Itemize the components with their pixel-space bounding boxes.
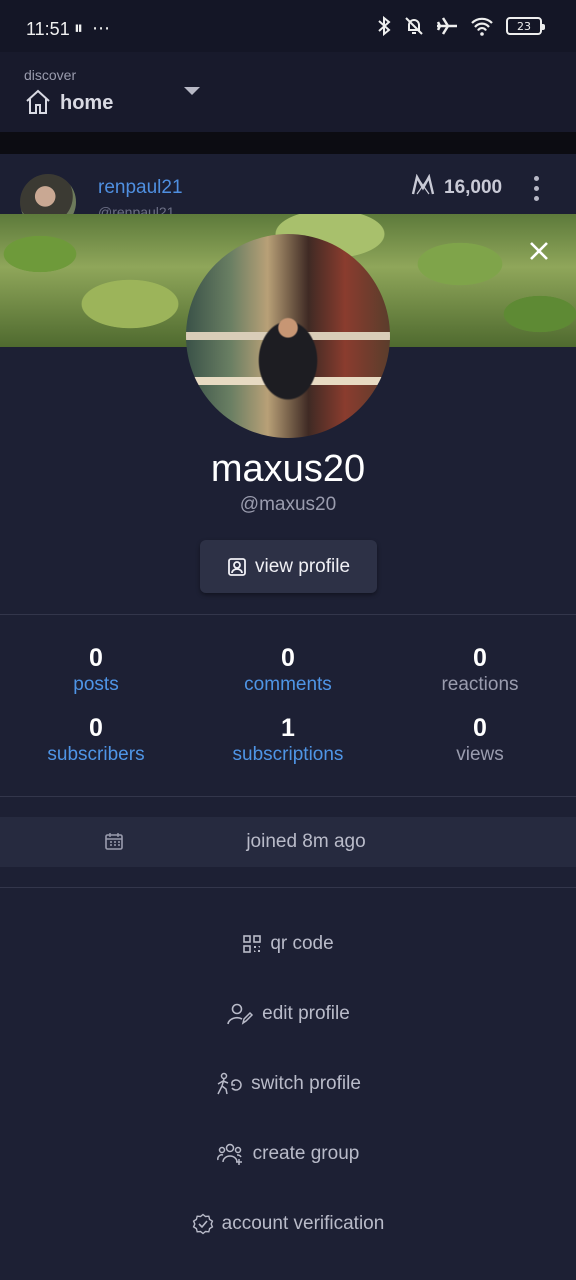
post-author-avatar[interactable] [20, 174, 76, 214]
stat-posts[interactable]: 0 posts [0, 644, 192, 696]
app-header: discover home [0, 52, 576, 132]
stat-value: 0 [89, 644, 103, 672]
joined-text: joined 8m ago [246, 831, 366, 852]
qr-code-icon [243, 935, 262, 953]
divider-strip [0, 132, 576, 154]
bell-muted-icon [405, 17, 423, 35]
stat-label: subscriptions [232, 744, 344, 765]
stat-label: subscribers [47, 744, 145, 765]
verified-badge-icon [192, 1213, 213, 1235]
post-header: renpaul21 @renpaul21 16,000 [0, 154, 576, 214]
account-verification-button[interactable]: account verification [0, 1204, 576, 1244]
divider [0, 887, 576, 888]
stat-value: 0 [473, 644, 487, 672]
qr-code-label: qr code [270, 933, 334, 954]
switch-user-icon [217, 1072, 242, 1095]
stat-value: 0 [89, 714, 103, 742]
group-add-icon [216, 1143, 242, 1165]
profile-avatar [186, 234, 390, 438]
airplane-icon [436, 17, 457, 35]
section-label: discover [24, 67, 77, 83]
view-profile-button[interactable]: view profile [200, 540, 377, 593]
feed-selector-label[interactable]: home [60, 92, 113, 115]
switch-profile-button[interactable]: switch profile [0, 1064, 576, 1104]
post-author-handle: @renpaul21 [98, 204, 175, 214]
profile-sheet: maxus20 @maxus20 view profile 0 posts 0 … [0, 214, 576, 1280]
qr-code-button[interactable]: qr code [0, 924, 576, 964]
stat-label: reactions [441, 674, 519, 695]
post-author-username[interactable]: renpaul21 [98, 177, 183, 199]
close-icon[interactable] [528, 240, 550, 262]
stat-subscriptions[interactable]: 1 subscriptions [192, 714, 384, 766]
divider [0, 796, 576, 797]
status-notification-icons: ⏸ ⋯ [74, 18, 113, 38]
edit-profile-button[interactable]: edit profile [0, 994, 576, 1034]
stat-value: 0 [473, 714, 487, 742]
create-group-button[interactable]: create group [0, 1134, 576, 1174]
account-verification-label: account verification [221, 1213, 385, 1234]
status-time: 11:51 [26, 19, 70, 39]
user-badge-icon [228, 557, 246, 576]
stat-comments[interactable]: 0 comments [192, 644, 384, 696]
user-edit-icon [227, 1003, 254, 1025]
stat-label: posts [73, 674, 119, 695]
home-icon[interactable] [24, 88, 52, 116]
edit-profile-label: edit profile [262, 1003, 350, 1024]
create-group-label: create group [252, 1143, 360, 1164]
view-profile-label: view profile [254, 555, 351, 577]
profile-display-name: maxus20 [210, 448, 366, 490]
joined-info: joined 8m ago [0, 817, 576, 867]
stat-label: comments [244, 674, 332, 695]
stat-value: 0 [281, 644, 295, 672]
more-options-icon[interactable] [534, 176, 539, 206]
wifi-icon [471, 17, 493, 36]
post-points: 16,000 [444, 177, 503, 198]
profile-handle: @maxus20 [239, 494, 337, 515]
switch-profile-label: switch profile [251, 1073, 361, 1094]
stat-reactions: 0 reactions [384, 644, 576, 696]
battery-icon: 23 [506, 17, 545, 35]
stat-value: 1 [281, 714, 295, 742]
stat-label: views [456, 744, 504, 765]
bluetooth-icon [378, 16, 391, 36]
stat-views: 0 views [384, 714, 576, 766]
stat-subscribers[interactable]: 0 subscribers [0, 714, 192, 766]
chevron-down-icon[interactable] [184, 87, 200, 95]
points-icon [411, 174, 435, 195]
divider [0, 614, 576, 615]
status-bar: 11:51 ⏸ ⋯ 23 [0, 0, 576, 52]
status-right-icons: 23 [376, 16, 545, 36]
